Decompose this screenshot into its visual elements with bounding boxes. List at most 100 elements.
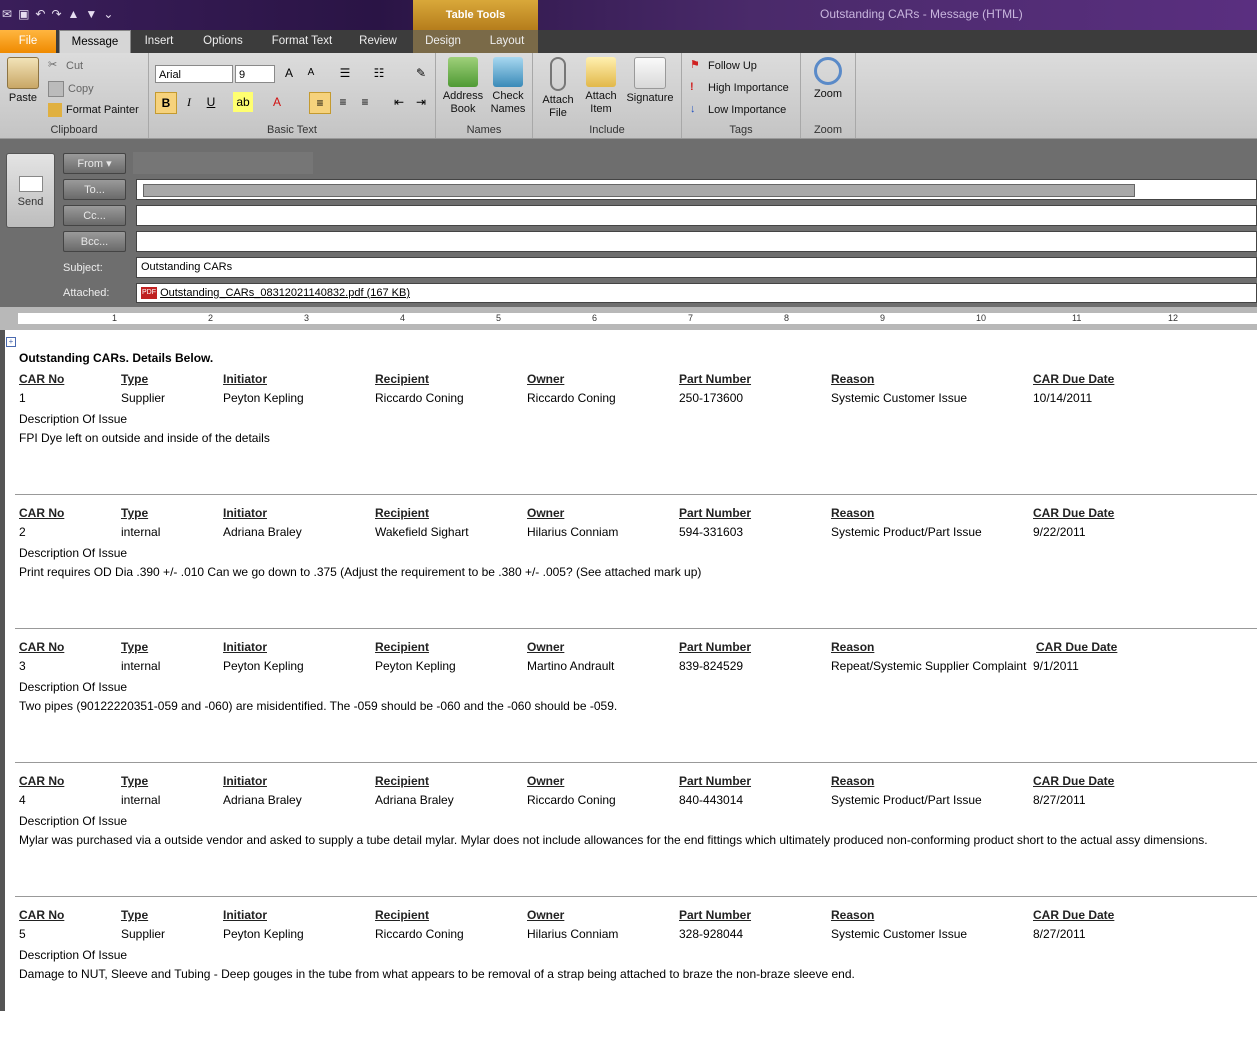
- attach-item-button[interactable]: Attach Item: [581, 57, 621, 116]
- cc-field[interactable]: [136, 205, 1257, 226]
- save-icon[interactable]: ▣: [18, 6, 29, 22]
- tab-insert[interactable]: Insert: [133, 30, 185, 53]
- ruler-number: 5: [496, 313, 502, 323]
- description-text: FPI Dye left on outside and inside of th…: [19, 431, 270, 445]
- col-header-recipient: Recipient: [375, 640, 430, 654]
- highlight-icon[interactable]: ab: [233, 92, 253, 112]
- tab-options[interactable]: Options: [195, 30, 251, 53]
- arrow-down-icon[interactable]: ▼: [85, 6, 97, 22]
- table-move-handle-icon[interactable]: +: [6, 337, 16, 347]
- shrink-font-icon[interactable]: A: [301, 63, 321, 83]
- description-text: Damage to NUT, Sleeve and Tubing - Deep …: [19, 967, 855, 981]
- send-button[interactable]: Send: [6, 153, 55, 228]
- attachment-link[interactable]: Outstanding_CARs_08312021140832.pdf (167…: [160, 287, 410, 299]
- italic-icon[interactable]: I: [179, 92, 199, 112]
- ruler-number: 1: [112, 313, 118, 323]
- align-left-icon[interactable]: ≡: [309, 92, 331, 114]
- car-record: CAR No 4 Type internal Initiator Adriana Bral…: [5, 774, 1257, 908]
- outlook-icon[interactable]: ✉: [2, 6, 12, 22]
- cc-button[interactable]: Cc...: [63, 205, 126, 226]
- underline-icon[interactable]: U: [201, 92, 221, 112]
- cell-car-no: 1: [19, 391, 26, 405]
- align-center-icon[interactable]: ≡: [333, 92, 353, 112]
- from-button[interactable]: From ▾: [63, 153, 126, 174]
- check-names-button[interactable]: Check Names: [486, 57, 530, 116]
- tab-format-text[interactable]: Format Text: [263, 30, 341, 53]
- ruler[interactable]: 1 2 3 4 5 6 7 8 9 10 11 12: [0, 307, 1257, 331]
- undo-icon[interactable]: ↶: [35, 6, 45, 22]
- col-header-due: CAR Due Date: [1033, 774, 1115, 788]
- cell-due: 9/22/2011: [1033, 525, 1086, 539]
- cell-type: internal: [121, 793, 161, 807]
- redo-icon[interactable]: ↷: [51, 6, 61, 22]
- address-book-button[interactable]: Address Book: [440, 57, 486, 116]
- bcc-field[interactable]: [136, 231, 1257, 252]
- arrow-up-icon[interactable]: ▲: [68, 6, 80, 22]
- copy-button[interactable]: Copy: [48, 81, 94, 97]
- cell-recipient: Wakefield Sighart: [375, 525, 469, 539]
- bcc-button[interactable]: Bcc...: [63, 231, 126, 252]
- font-name-combo[interactable]: Arial: [155, 65, 233, 83]
- paperclip-icon: [550, 57, 566, 91]
- cut-button[interactable]: ✂ Cut: [48, 59, 83, 73]
- follow-up-button[interactable]: ⚑ Follow Up: [690, 59, 757, 73]
- cell-type: Supplier: [121, 391, 166, 405]
- font-color-icon[interactable]: A: [267, 92, 287, 112]
- description-label: Description Of Issue: [19, 412, 128, 426]
- paste-button[interactable]: Paste: [4, 57, 42, 105]
- clear-format-icon[interactable]: ✎: [411, 63, 431, 83]
- col-header-due: CAR Due Date: [1033, 908, 1115, 922]
- col-header-car-no: CAR No: [19, 774, 65, 788]
- message-body[interactable]: + Outstanding CARs. Details Below. CAR N…: [5, 330, 1257, 1011]
- subject-label: Subject:: [63, 262, 103, 274]
- increase-indent-icon[interactable]: ⇥: [411, 92, 431, 112]
- cell-part-number: 250-173600: [679, 391, 744, 405]
- ribbon-tab-row: [0, 30, 1257, 53]
- bold-icon[interactable]: B: [155, 92, 177, 114]
- tab-file[interactable]: File: [0, 30, 56, 53]
- cell-reason: Systemic Customer Issue: [831, 391, 968, 405]
- down-arrow-icon: ↓: [690, 103, 696, 115]
- basic-text-group-label: Basic Text: [267, 124, 317, 136]
- col-header-initiator: Initiator: [223, 640, 267, 654]
- description-label: Description Of Issue: [19, 814, 128, 828]
- attach-file-button[interactable]: Attach File: [537, 57, 579, 120]
- low-importance-button[interactable]: ↓ Low Importance: [690, 103, 786, 117]
- car-record: CAR No 3 Type internal Initiator Peyton Kepli…: [5, 640, 1257, 774]
- subject-field[interactable]: Outstanding CARs: [136, 257, 1257, 278]
- font-size-combo[interactable]: 9: [235, 65, 275, 83]
- tab-message[interactable]: Message: [59, 30, 131, 54]
- include-group-label: Include: [589, 124, 625, 136]
- high-importance-button[interactable]: ! High Importance: [690, 81, 789, 95]
- numbering-icon[interactable]: ☷: [369, 63, 389, 83]
- customize-qat-icon[interactable]: ⌄: [103, 6, 113, 22]
- tab-review[interactable]: Review: [350, 30, 406, 53]
- names-group-label: Names: [466, 124, 502, 136]
- signature-button[interactable]: Signature: [623, 57, 677, 105]
- tab-design[interactable]: Design: [416, 30, 470, 53]
- col-header-reason: Reason: [831, 506, 875, 520]
- to-field[interactable]: [136, 179, 1257, 200]
- address-book-icon: [448, 57, 478, 87]
- cell-recipient: Riccardo Coning: [375, 927, 464, 941]
- tab-layout[interactable]: Layout: [480, 30, 534, 53]
- table-tools-context: Table Tools: [413, 0, 538, 30]
- col-header-part-number: Part Number: [679, 908, 752, 922]
- grow-font-icon[interactable]: A: [279, 63, 299, 83]
- cell-type: internal: [121, 525, 161, 539]
- exclamation-icon: !: [690, 81, 694, 93]
- ruler-number: 3: [304, 313, 310, 323]
- send-envelope-icon: [18, 176, 43, 192]
- cell-owner: Martino Andrault: [527, 659, 615, 673]
- decrease-indent-icon[interactable]: ⇤: [389, 92, 409, 112]
- bullets-icon[interactable]: ☰: [335, 63, 355, 83]
- attached-label: Attached:: [63, 287, 110, 299]
- zoom-button[interactable]: Zoom: [809, 57, 847, 101]
- align-right-icon[interactable]: ≡: [355, 92, 375, 112]
- cell-initiator: Peyton Kepling: [223, 659, 304, 673]
- pdf-icon: PDF: [141, 287, 157, 300]
- col-header-recipient: Recipient: [375, 908, 430, 922]
- to-button[interactable]: To...: [63, 179, 126, 200]
- format-painter-button[interactable]: Format Painter: [48, 103, 139, 117]
- col-header-car-no: CAR No: [19, 640, 65, 654]
